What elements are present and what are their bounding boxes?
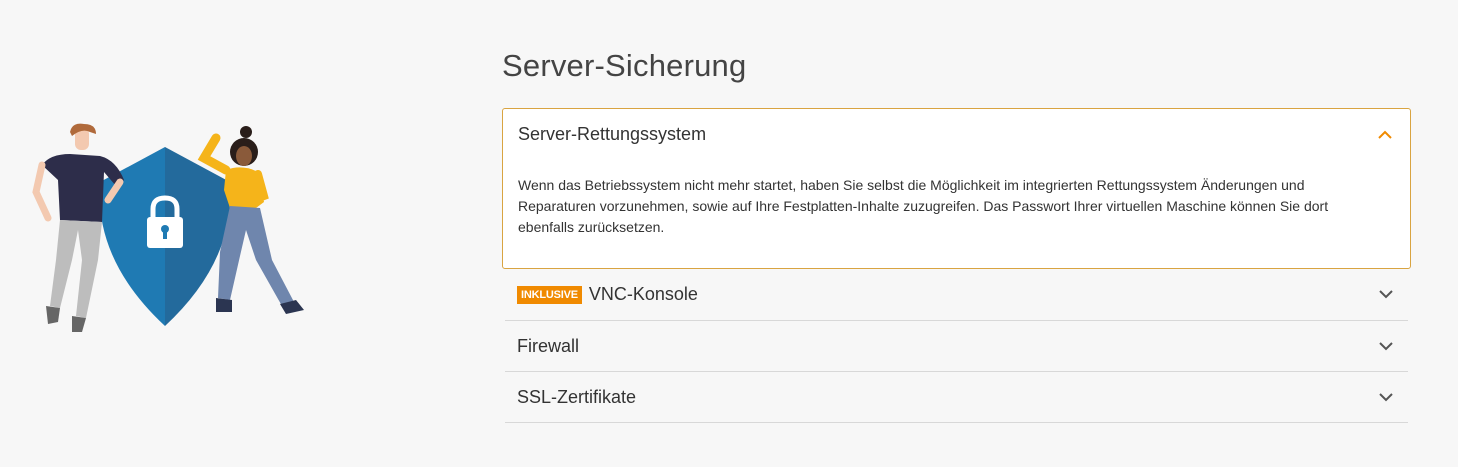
chevron-down-icon[interactable] bbox=[1379, 288, 1393, 302]
accordion-item-rescue-system: Server-Rettungssystem Wenn das Betriebss… bbox=[502, 108, 1411, 269]
accordion-title: VNC-Konsole bbox=[588, 284, 698, 304]
section-title: Server-Sicherung bbox=[502, 48, 747, 83]
inclusive-badge: INKLUSIVE bbox=[517, 285, 582, 304]
accordion-title: SSL-Zertifikate bbox=[517, 386, 637, 407]
chevron-up-icon[interactable] bbox=[1378, 127, 1392, 141]
accordion-item-ssl-certificates[interactable]: SSL-Zertifikate bbox=[505, 372, 1408, 423]
security-shield-illustration bbox=[32, 123, 304, 332]
accordion-title: Server-Rettungssystem bbox=[518, 123, 707, 144]
accordion-header-rescue-system[interactable]: Server-Rettungssystem bbox=[503, 109, 1410, 159]
chevron-down-icon[interactable] bbox=[1379, 339, 1393, 353]
accordion-title: Firewall bbox=[517, 335, 580, 356]
page: Server-Sicherung Server-Rettungssystem W… bbox=[0, 0, 1458, 467]
accordion: Server-Rettungssystem Wenn das Betriebss… bbox=[502, 108, 1411, 423]
chevron-down-icon[interactable] bbox=[1379, 390, 1393, 404]
accordion-item-firewall[interactable]: Firewall bbox=[505, 321, 1408, 372]
accordion-item-vnc-console[interactable]: INKLUSIVE VNC-Konsole bbox=[505, 269, 1408, 321]
accordion-body-text: Wenn das Betriebssystem nicht mehr start… bbox=[518, 177, 1329, 235]
server-security-section: Server-Sicherung Server-Rettungssystem W… bbox=[502, 38, 1411, 423]
